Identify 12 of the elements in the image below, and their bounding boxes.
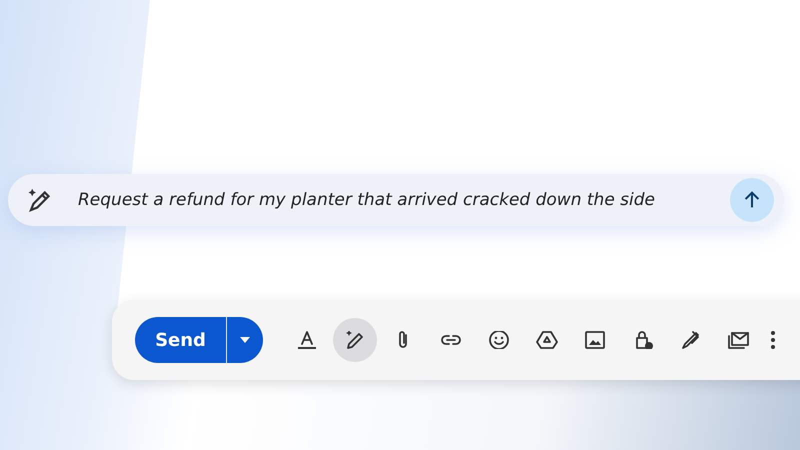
smiley-icon: [487, 331, 511, 349]
submit-button[interactable]: [730, 178, 774, 222]
sparkle-pencil-button[interactable]: [333, 318, 377, 362]
prompt-field[interactable]: Request a refund for my planter that arrived cracked down the side: [8, 174, 784, 226]
more-icon: [771, 331, 775, 349]
text-color-icon: [295, 331, 319, 349]
send-button[interactable]: Send: [135, 317, 227, 363]
caret-icon: [240, 337, 250, 343]
triangle-icon: [535, 331, 559, 349]
prompt-text: Request a refund for my planter that arrived cracked down the side: [78, 190, 656, 210]
envelopes-icon: [727, 331, 751, 349]
image-icon: [583, 331, 607, 349]
